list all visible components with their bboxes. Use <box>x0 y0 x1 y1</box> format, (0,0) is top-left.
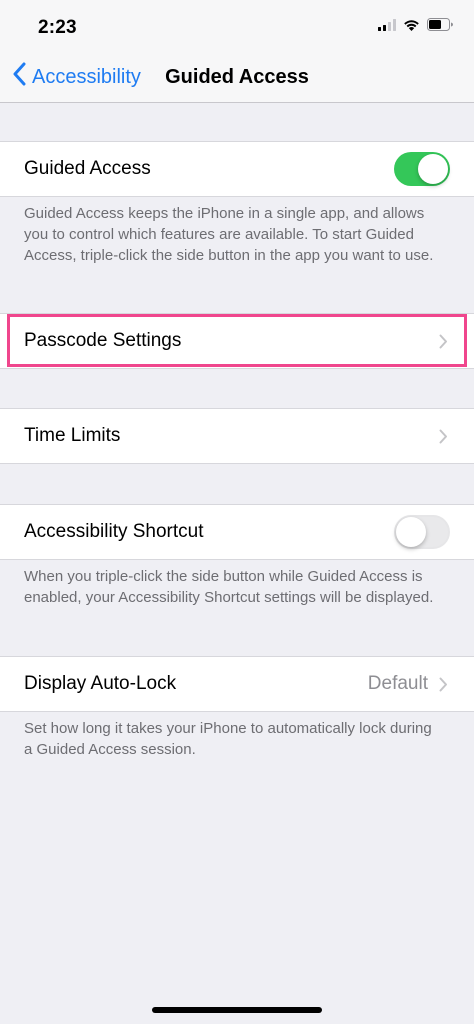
battery-icon <box>427 18 454 36</box>
chevron-right-icon <box>439 677 448 697</box>
wifi-icon <box>403 18 420 36</box>
page-title: Guided Access <box>165 66 309 88</box>
display-auto-lock-value: Default <box>367 673 428 694</box>
guided-access-footer: Guided Access keeps the iPhone in a sing… <box>24 205 434 264</box>
guided-access-row: Guided Access <box>0 141 474 197</box>
guided-access-toggle[interactable] <box>394 152 450 186</box>
toggle-knob <box>396 517 426 547</box>
status-time: 2:23 <box>38 17 77 38</box>
toggle-knob <box>418 154 448 184</box>
passcode-settings-label: Passcode Settings <box>24 330 182 351</box>
guided-access-label: Guided Access <box>24 158 151 179</box>
chevron-right-icon <box>439 429 448 449</box>
passcode-settings-row[interactable]: Passcode Settings <box>0 313 474 369</box>
navigation-bar: Accessibility Guided Access <box>0 50 474 103</box>
cellular-signal-icon <box>378 18 396 36</box>
status-icons <box>378 18 454 36</box>
time-limits-label: Time Limits <box>24 425 121 446</box>
display-auto-lock-footer: Set how long it takes your iPhone to aut… <box>24 720 432 758</box>
accessibility-shortcut-footer: When you triple-click the side button wh… <box>24 568 434 606</box>
display-auto-lock-label: Display Auto-Lock <box>24 673 177 694</box>
display-auto-lock-row[interactable]: Display Auto-Lock Default <box>0 656 474 712</box>
chevron-right-icon <box>439 334 448 354</box>
accessibility-shortcut-toggle[interactable] <box>394 515 450 549</box>
status-bar: 2:23 <box>0 0 474 50</box>
time-limits-row[interactable]: Time Limits <box>0 408 474 464</box>
home-indicator[interactable] <box>152 1007 322 1013</box>
accessibility-shortcut-label: Accessibility Shortcut <box>24 521 204 542</box>
accessibility-shortcut-row: Accessibility Shortcut <box>0 504 474 560</box>
